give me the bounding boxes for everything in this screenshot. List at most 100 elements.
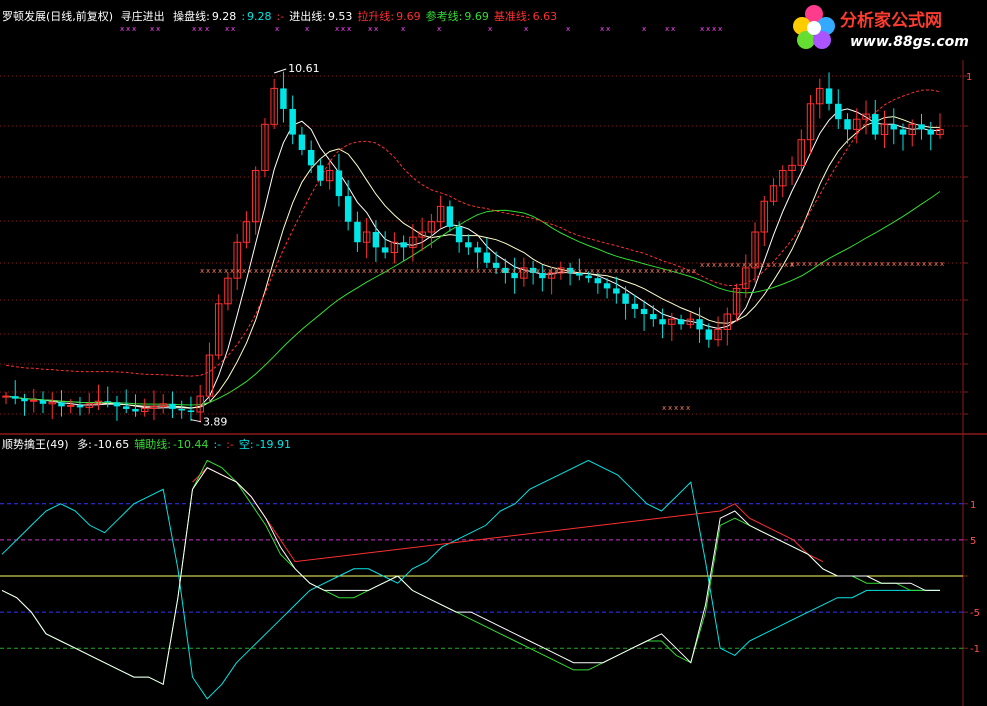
baseline-marks: x [862,260,866,268]
stock-title: 罗顿发展(日线,前复权) [2,9,113,23]
baseline-marks: x [766,261,770,269]
baseline-marks: x [422,267,426,275]
baseline-marks: x [548,267,552,275]
baseline-marks: x [814,260,818,268]
baseline-marks: x [260,267,264,275]
baseline-marks: x [590,267,594,275]
baseline-marks: x [464,267,468,275]
candle-down [677,319,685,325]
baseline-marks: x [542,267,546,275]
baseline-marks: x [314,267,318,275]
baseline-marks: x [380,267,384,275]
signal-mark: x [205,25,209,33]
baseline-marks: x [434,267,438,275]
header-item-label: : [241,10,245,23]
candle-down [872,114,879,135]
baseline-marks: x [784,261,788,269]
baseline-marks: x [632,267,636,275]
header-item-label: 辅助线: [134,437,171,451]
baseline-marks: x [712,261,716,269]
candle-down [122,406,130,409]
ma-green-line [5,191,941,406]
baseline-marks: x [832,260,836,268]
candle-down [178,408,185,411]
candle-down [613,288,620,294]
header-item-value: -10.65 [94,438,129,451]
candle-down [844,119,851,130]
candle-down [890,124,897,130]
baseline-marks: x [844,260,848,268]
signal-mark: x [341,25,345,33]
candle-down [307,149,315,166]
signal-mark: x [335,25,339,33]
baseline-marks: x [680,404,684,412]
baseline-marks: x [742,261,746,269]
baseline-marks: x [374,267,378,275]
site-logo: 分析家公式网 www.88gs.com [790,0,987,60]
baseline-marks: x [248,267,252,275]
candle-down [298,134,306,150]
baseline-marks: x [656,267,660,275]
signal-mark: x [401,25,405,33]
header-item-label: 进出线: [289,9,326,23]
candle-down [280,88,287,109]
baseline-marks: x [584,267,588,275]
baseline-marks: x [736,261,740,269]
candle-down [899,129,907,135]
candle-down [835,103,842,120]
candle-down [696,319,703,330]
baseline-marks: x [916,260,920,268]
baseline-marks: x [218,267,222,275]
signal-mark: x [524,25,528,33]
price-chart[interactable]: xxxxxxxxxxxxxxxxxxxxxxxxxxxxxxxxxxxxxxxx… [0,0,987,706]
baseline-marks: x [386,267,390,275]
header-item-label: 操盘线: [173,9,210,23]
candle-down [76,405,84,408]
candle-down [465,242,472,248]
header-item-value: 6.63 [533,10,558,23]
baseline-marks: x [290,267,294,275]
baseline-marks: x [892,260,896,268]
candle-down [344,196,352,222]
baseline-marks: x [458,267,462,275]
candle-down [446,206,454,227]
baseline-marks: x [730,261,734,269]
baseline-marks: x [494,267,498,275]
baseline-marks: x [886,260,890,268]
candle-down [335,170,343,197]
baseline-marks: x [898,260,902,268]
baseline-marks: x [536,267,540,275]
candle-down [631,303,639,309]
ma-white-line [5,108,940,409]
flower-logo-icon [793,5,835,49]
baseline-marks: x [662,404,666,412]
baseline-marks: x [934,260,938,268]
baseline-marks: x [512,267,516,275]
baseline-marks: x [706,261,710,269]
baseline-marks: x [614,267,618,275]
sub-panel [0,459,963,700]
candle-down [640,308,648,315]
signal-mark: x [156,25,160,33]
baseline-marks: x [452,267,456,275]
baseline-marks: x [838,260,842,268]
candle-down [132,408,139,412]
header-item-value: 9.28 [247,10,272,23]
baseline-marks: x [476,267,480,275]
baseline-marks: x [236,267,240,275]
signal-mark: x [671,25,675,33]
baseline-marks: x [910,260,914,268]
low-label: 3.89 [203,416,228,429]
baseline-marks: x [206,267,210,275]
signal-mark: x [305,25,309,33]
baseline-marks: x [748,261,752,269]
candle-down [650,314,657,320]
signal-mark: x [566,25,570,33]
candle-down [169,403,176,409]
baseline-marks: x [506,267,510,275]
baseline-marks: x [356,267,360,275]
baseline-marks: x [368,267,372,275]
candle-down [317,165,324,181]
header-item-label: 多: [77,437,92,451]
signal-mark: x [706,25,710,33]
